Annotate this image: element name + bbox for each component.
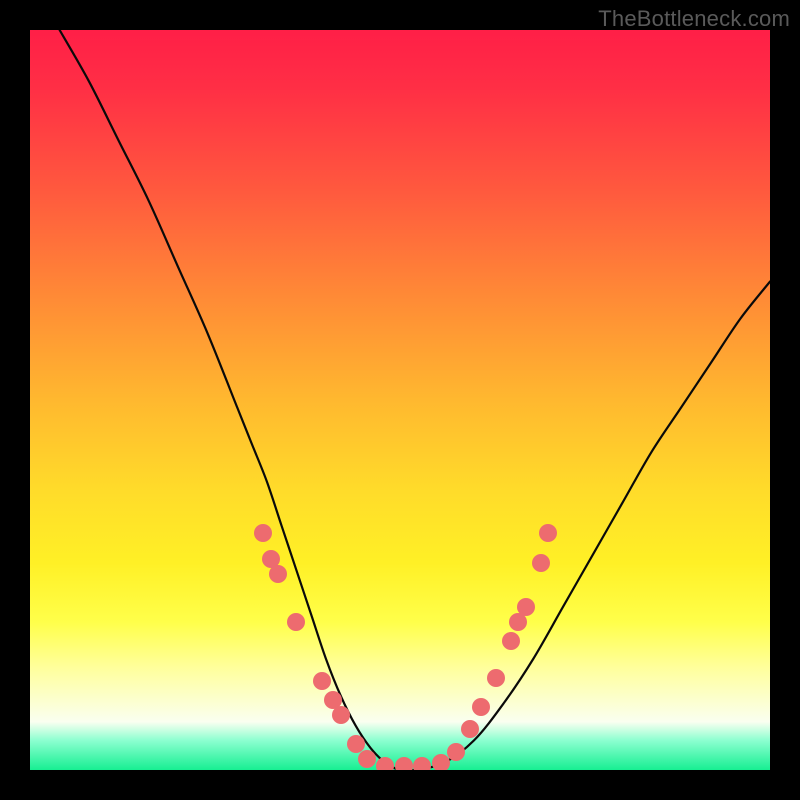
scatter-dot bbox=[532, 554, 550, 572]
watermark-text: TheBottleneck.com bbox=[598, 6, 790, 32]
scatter-dot bbox=[332, 706, 350, 724]
bottleneck-curve bbox=[60, 30, 770, 770]
scatter-dot bbox=[472, 698, 490, 716]
scatter-dot bbox=[269, 565, 287, 583]
scatter-dot bbox=[254, 524, 272, 542]
curve-svg bbox=[30, 30, 770, 770]
scatter-dot bbox=[395, 757, 413, 770]
scatter-dot bbox=[376, 757, 394, 770]
scatter-dot bbox=[487, 669, 505, 687]
scatter-dot bbox=[539, 524, 557, 542]
scatter-dot bbox=[413, 757, 431, 770]
scatter-dot bbox=[447, 743, 465, 761]
chart-frame: TheBottleneck.com bbox=[0, 0, 800, 800]
scatter-dot bbox=[358, 750, 376, 768]
scatter-dot bbox=[517, 598, 535, 616]
scatter-dot bbox=[287, 613, 305, 631]
scatter-dot bbox=[313, 672, 331, 690]
scatter-dot bbox=[502, 632, 520, 650]
scatter-dot bbox=[461, 720, 479, 738]
plot-area bbox=[30, 30, 770, 770]
